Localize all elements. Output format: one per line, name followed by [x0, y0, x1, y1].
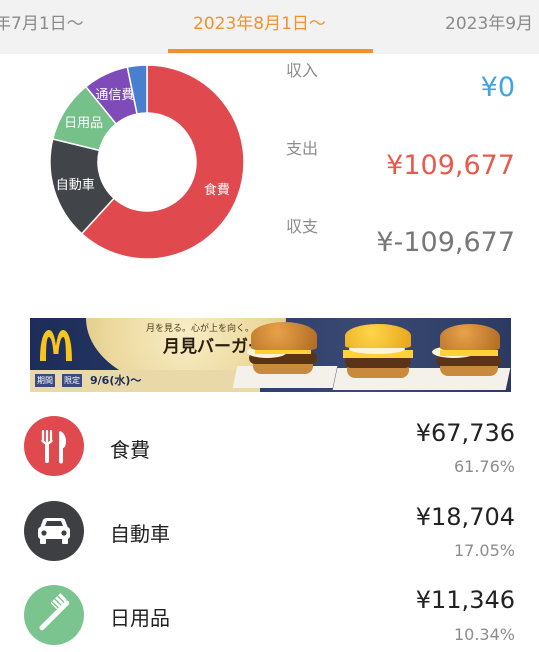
pie-slice-label: 食費 — [204, 182, 230, 198]
donut-svg: 食費 自動車 日用品 通信費 — [49, 64, 245, 260]
pie-slice-label: 通信費 — [95, 88, 134, 103]
tab-previous-period[interactable]: 年7月1日～ — [0, 9, 84, 34]
toothbrush-icon — [24, 585, 84, 645]
fork-knife-icon — [24, 416, 84, 476]
tab-next-period[interactable]: 2023年9月 — [445, 9, 533, 34]
category-percent: 61.76% — [453, 457, 515, 476]
category-row-car[interactable]: 自動車 ¥18,704 17.05% — [0, 488, 539, 574]
tab-current-period[interactable]: 2023年8月1日～ — [193, 9, 326, 34]
category-amount: ¥11,346 — [415, 586, 515, 614]
tab-active-indicator — [168, 49, 373, 53]
category-donut-chart[interactable]: 食費 自動車 日用品 通信費 — [48, 63, 246, 261]
category-name: 食費 — [110, 438, 150, 462]
category-row-food[interactable]: 食費 ¥67,736 61.76% — [0, 403, 539, 489]
ad-date: 9/6(水)～ — [90, 374, 142, 387]
car-icon — [24, 501, 84, 561]
burger-image — [232, 318, 338, 392]
category-name: 日用品 — [110, 606, 170, 630]
ad-banner[interactable]: 月を見る。心が上を向く。 月見バーガー 期間 限定 9/6(水)～ — [30, 318, 511, 392]
category-row-daily-goods[interactable]: 日用品 ¥11,346 10.34% — [0, 572, 539, 652]
category-percent: 10.34% — [453, 625, 515, 644]
balance-label: 収支 — [286, 217, 319, 236]
category-amount: ¥67,736 — [415, 419, 515, 447]
burger-image — [418, 318, 511, 392]
golden-arches-logo-icon — [40, 330, 72, 361]
ad-period-badge: 期間 — [35, 374, 55, 387]
income-label: 収入 — [286, 61, 319, 80]
pie-slice-label: 自動車 — [56, 178, 95, 193]
category-name: 自動車 — [110, 522, 170, 546]
category-percent: 17.05% — [453, 541, 515, 560]
income-value: ¥0 — [480, 72, 515, 103]
period-tab-bar: 年7月1日～ 2023年8月1日～ 2023年9月 — [0, 0, 539, 54]
pie-slice-label: 日用品 — [64, 116, 103, 131]
expense-label: 支出 — [286, 139, 319, 158]
ad-limited-badge: 限定 — [62, 374, 82, 387]
balance-value: ¥-109,677 — [376, 227, 515, 258]
burger-image — [332, 318, 428, 392]
donut-inner-ring — [98, 113, 196, 211]
expense-value: ¥109,677 — [386, 150, 515, 181]
category-amount: ¥18,704 — [415, 503, 515, 531]
